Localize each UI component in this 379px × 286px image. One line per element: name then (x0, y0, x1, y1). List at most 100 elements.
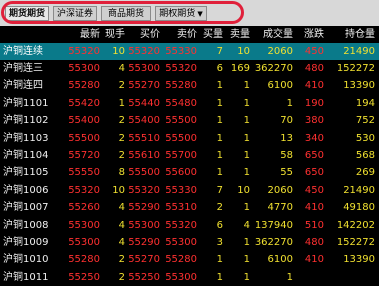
table-header: 最新 现手 买价 卖价 买量 卖量 成交量 涨跌 持仓量 (0, 26, 379, 43)
col-header-volume-hand[interactable]: 现手 (101, 26, 125, 43)
price-change: 510 (304, 219, 324, 231)
col-header-last[interactable]: 最新 (62, 26, 100, 43)
bid-price: 55400 (128, 115, 160, 127)
total-volume: 4770 (267, 202, 293, 214)
ask-price: 55330 (165, 184, 197, 196)
bid-volume: 3 (216, 237, 223, 248)
contract-name: 沪铜1101 (3, 97, 49, 109)
total-volume: 2060 (267, 46, 293, 57)
table-row-selected[interactable]: 沪铜连续 55320 10 55320 55330 7 10 2060 450 … (0, 43, 379, 60)
table-row[interactable]: 沪铜1101 55420 1 55440 55480 1 1 1 190 194 (0, 95, 379, 112)
bid-volume: 1 (216, 80, 223, 92)
tab-futures[interactable]: 期货期货 (5, 6, 49, 21)
ask-volume: 1 (243, 202, 250, 214)
bid-price: 55510 (128, 132, 160, 144)
bid-price: 55320 (128, 184, 160, 196)
price-change: 410 (304, 254, 324, 266)
bid-price: 55290 (128, 202, 160, 214)
last-volume: 2 (118, 132, 125, 144)
col-header-open-interest[interactable]: 持仓量 (325, 26, 375, 43)
table-row[interactable]: 沪铜1009 55300 4 55290 55300 3 1 362270 480 152272 (0, 234, 379, 251)
bid-volume: 1 (216, 167, 223, 179)
bid-price: 55440 (128, 97, 160, 109)
tab-label: 商品期货 (107, 9, 144, 19)
bid-price: 55610 (128, 150, 160, 161)
contract-name: 沪铜1006 (3, 184, 49, 196)
contract-name: 沪铜1105 (3, 167, 49, 179)
col-header-bid[interactable]: 买价 (126, 26, 160, 43)
contract-name: 沪铜1007 (3, 202, 49, 214)
table-row[interactable]: 沪铜连四 55280 2 55270 55280 1 1 6100 410 13390 (0, 77, 379, 94)
total-volume: 362270 (254, 63, 293, 74)
bid-volume: 1 (216, 150, 223, 161)
ask-price: 55500 (165, 115, 197, 127)
ask-volume: 1 (243, 167, 250, 179)
ask-price: 55320 (165, 63, 197, 74)
col-header-change[interactable]: 涨跌 (294, 26, 324, 43)
table-row[interactable]: 沪铜1104 55720 2 55610 55700 1 1 58 650 568 (0, 147, 379, 164)
bid-volume: 7 (216, 184, 223, 196)
tab-label: 期货期货 (8, 9, 45, 19)
col-header-volume[interactable]: 成交量 (251, 26, 293, 43)
bid-volume: 1 (216, 271, 223, 283)
contract-name: 沪铜1010 (3, 254, 49, 266)
contract-name: 沪铜连三 (3, 63, 43, 74)
open-interest: 21490 (343, 46, 375, 57)
table-row[interactable]: 沪铜1105 55550 8 55500 55600 1 1 55 650 269 (0, 164, 379, 181)
ask-price: 55480 (165, 97, 197, 109)
ask-volume: 1 (243, 80, 250, 92)
price-change: 410 (304, 80, 324, 92)
table-row[interactable]: 沪铜1011 55250 2 55250 55300 1 1 1 (0, 269, 379, 286)
open-interest: 568 (355, 150, 375, 161)
tab-commodity-futures[interactable]: 商品期货 (101, 6, 151, 21)
col-header-bid-volume[interactable]: 买量 (198, 26, 223, 43)
contract-name: 沪铜1011 (3, 271, 49, 283)
ask-price: 55280 (165, 80, 197, 92)
open-interest: 269 (355, 167, 375, 179)
open-interest (325, 269, 375, 286)
bid-price: 55250 (128, 271, 160, 283)
ask-price: 55320 (165, 219, 197, 231)
last-price: 55260 (68, 202, 100, 214)
ask-price: 55600 (165, 167, 197, 179)
tab-securities[interactable]: 沪深证券 (53, 6, 97, 21)
price-change: 650 (304, 167, 324, 179)
last-volume: 2 (118, 271, 125, 283)
col-header-ask-volume[interactable]: 卖量 (224, 26, 250, 43)
last-volume: 2 (118, 254, 125, 266)
total-volume: 13 (280, 132, 293, 144)
total-volume: 1 (286, 271, 293, 283)
tab-bar: 期货期货 沪深证券 商品期货 期权期货 ▼ (0, 0, 379, 26)
price-change (294, 269, 324, 286)
table-row[interactable]: 沪铜1006 55320 10 55320 55330 7 10 2060 450 21490 (0, 182, 379, 199)
table-row[interactable]: 沪铜1103 55500 2 55510 55500 1 1 13 340 530 (0, 130, 379, 147)
tab-options-dropdown[interactable]: 期权期货 ▼ (155, 6, 207, 21)
col-header-ask[interactable]: 卖价 (161, 26, 197, 43)
total-volume: 1 (286, 97, 293, 109)
last-price: 55250 (68, 271, 100, 283)
ask-volume: 1 (243, 237, 250, 248)
price-change: 480 (304, 237, 324, 248)
col-header-name[interactable] (3, 26, 61, 43)
total-volume: 6100 (267, 254, 293, 266)
ask-volume: 1 (243, 132, 250, 144)
price-change: 340 (304, 132, 324, 144)
ask-price: 55500 (165, 132, 197, 144)
last-volume: 4 (118, 202, 125, 214)
price-change: 450 (304, 184, 324, 196)
table-row[interactable]: 沪铜1010 55280 2 55270 55280 1 1 6100 410 13390 (0, 251, 379, 268)
ask-volume: 1 (243, 115, 250, 127)
bid-price: 55270 (128, 254, 160, 266)
table-row[interactable]: 沪铜1007 55260 4 55290 55310 2 1 4770 410 49180 (0, 199, 379, 216)
ask-volume: 1 (243, 271, 250, 283)
ask-price: 55300 (165, 271, 197, 283)
bid-volume: 1 (216, 132, 223, 144)
total-volume: 58 (280, 150, 293, 161)
last-price: 55300 (68, 237, 100, 248)
total-volume: 55 (280, 167, 293, 179)
table-row[interactable]: 沪铜连三 55300 4 55300 55320 6 169 362270 480 152272 (0, 60, 379, 77)
table-row[interactable]: 沪铜1102 55400 2 55400 55500 1 1 70 380 752 (0, 112, 379, 129)
last-volume: 8 (118, 167, 125, 179)
price-change: 410 (304, 202, 324, 214)
table-row[interactable]: 沪铜1008 55300 4 55300 55320 6 4 137940 510 142202 (0, 217, 379, 234)
